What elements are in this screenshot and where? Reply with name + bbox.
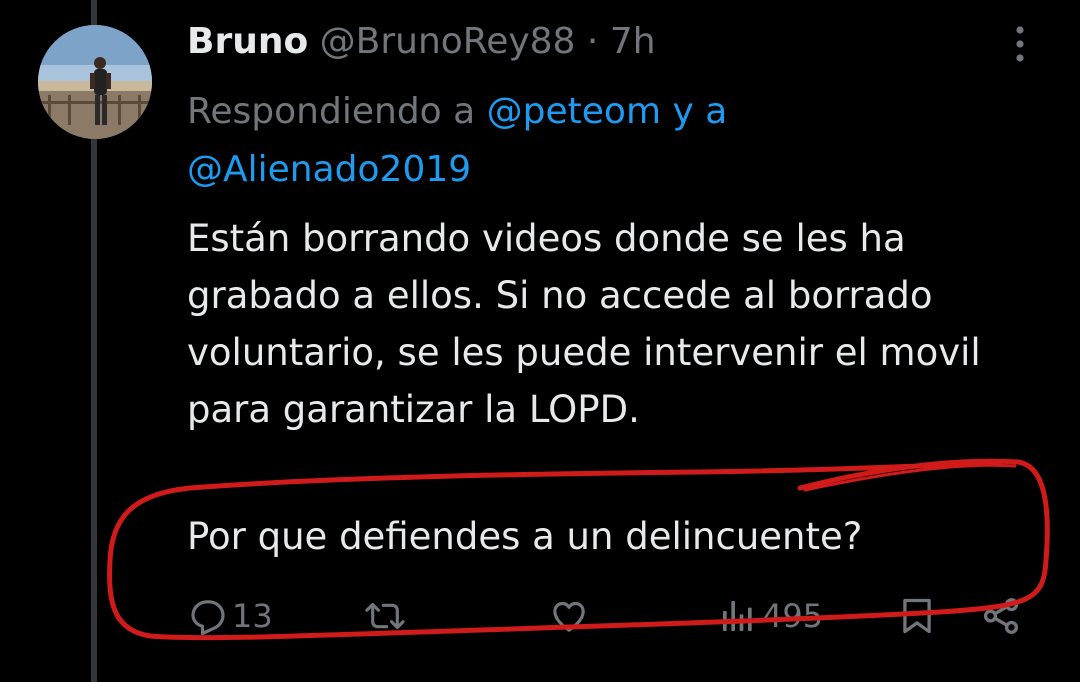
replying-conjunction[interactable]: y a (672, 91, 727, 132)
reply-button[interactable]: 13 (188, 588, 273, 644)
views-count: 495 (762, 597, 824, 635)
more-options-button[interactable] (1000, 24, 1040, 68)
views-button[interactable]: 495 (718, 588, 823, 644)
more-vertical-icon (1015, 26, 1025, 66)
post-text-paragraph-2: Por que defiendes a un delincuente? (187, 515, 863, 558)
avatar[interactable] (38, 25, 152, 139)
reply-count: 13 (232, 597, 273, 635)
retweet-button[interactable] (362, 588, 408, 644)
display-name[interactable]: Bruno (187, 21, 308, 62)
post-text-paragraph-1: Están borrando videos donde se les ha gr… (187, 217, 981, 431)
user-handle[interactable]: @BrunoRey88 (320, 21, 576, 62)
like-button[interactable] (548, 588, 590, 644)
reply-icon (188, 596, 228, 636)
share-button[interactable] (980, 588, 1022, 644)
replying-to-line: Respondiendo a @peteom y a @Alienado2019 (187, 83, 1047, 199)
replying-prefix: Respondiendo a (187, 91, 476, 132)
views-icon (718, 596, 758, 636)
mention-link-2[interactable]: @Alienado2019 (187, 149, 471, 190)
post-time[interactable]: 7h (610, 21, 656, 62)
bookmark-button[interactable] (898, 588, 936, 644)
heart-icon (548, 596, 590, 636)
action-bar: 13 495 (0, 588, 1080, 644)
bookmark-icon (898, 595, 936, 637)
retweet-icon (362, 596, 408, 636)
share-icon (980, 595, 1022, 637)
post-header: Bruno @BrunoRey88 · 7h (187, 18, 656, 66)
separator-dot: · (586, 21, 599, 62)
mention-link-1[interactable]: @peteom (487, 91, 661, 132)
